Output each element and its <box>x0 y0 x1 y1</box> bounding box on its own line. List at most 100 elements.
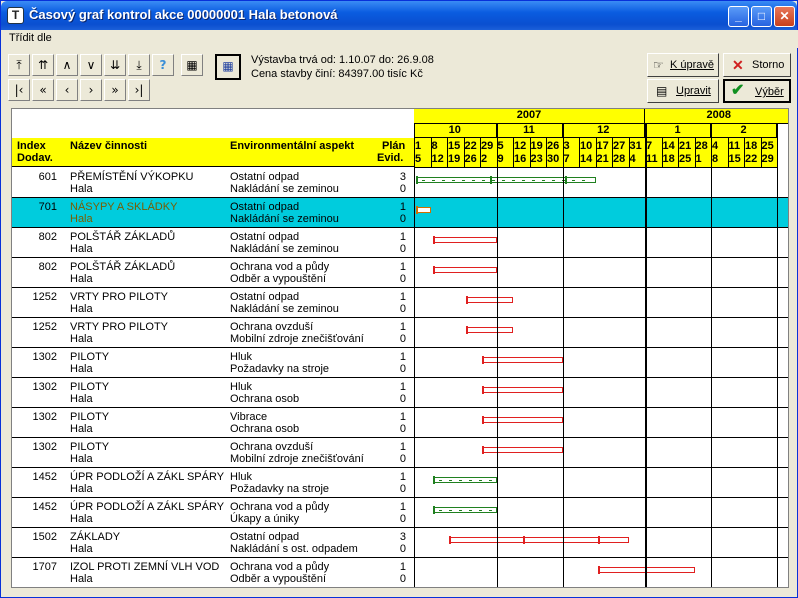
month-separator <box>562 124 564 587</box>
last-page-icon[interactable]: ⤓ <box>128 54 150 76</box>
activity-row[interactable]: 1452 ÚPR PODLOŽÍ A ZÁKL SPÁRY Hala Ochrana … <box>12 498 788 528</box>
next-icon[interactable]: › <box>80 79 102 101</box>
prev-double-icon[interactable]: « <box>32 79 54 101</box>
activity-row[interactable]: 802 POLŠTÁŘ ZÁKLADŮ Hala Ochrana vod a půdy… <box>12 258 788 288</box>
price-text: Cena stavby činí: 84397.00 tisíc Kč <box>251 68 423 80</box>
header-evid: Evid. <box>377 152 404 164</box>
header-supplier: Dodav. <box>17 152 53 164</box>
calculator-icon[interactable]: ▦ <box>181 54 203 76</box>
week-start-label: 11 <box>728 140 741 152</box>
prev-icon[interactable]: ‹ <box>56 79 78 101</box>
schedule-bar <box>432 507 497 513</box>
env-aspect-secondary: Nakládání se zeminou <box>230 183 339 195</box>
control-tick <box>490 176 493 184</box>
week-start-label: 19 <box>530 140 543 152</box>
env-aspect-secondary: Požadavky na stroje <box>230 363 330 375</box>
title-bar[interactable]: T Časový graf kontrol akce 00000001 Hala… <box>1 1 797 30</box>
bar-dash <box>502 180 505 181</box>
select-button-label: Výběr <box>755 86 784 98</box>
bar-dash <box>452 180 455 181</box>
activity-row[interactable]: 1502 ZÁKLADY Hala Ostatní odpad Nakládání s … <box>12 528 788 558</box>
week-separator <box>579 138 580 168</box>
page-down-double-icon[interactable]: ⇊ <box>104 54 126 76</box>
first-icon[interactable]: |‹ <box>8 79 30 101</box>
control-tick <box>482 416 484 424</box>
activity-index: 1252 <box>32 291 57 303</box>
storno-button[interactable]: ✕ Storno <box>723 53 791 77</box>
activity-row[interactable]: 1302 PILOTY Hala Vibrace Ochrana osob 1 0 <box>12 408 788 438</box>
activity-location: Hala <box>70 213 93 225</box>
week-separator <box>628 138 630 168</box>
week-start-label: 18 <box>745 140 758 152</box>
select-button[interactable]: ✔ Výběr <box>723 79 791 103</box>
edit-button[interactable]: ☞ K úpravě <box>647 53 719 77</box>
activity-row[interactable]: 1707 IZOL PROTI ZEMNÍ VLH VOD Hala Ochrana … <box>12 558 788 587</box>
week-start-label: 4 <box>712 140 719 152</box>
week-start-label: 15 <box>448 140 461 152</box>
activity-row[interactable]: 1302 PILOTY Hala Hluk Požadavky na stroje 1 0 <box>12 348 788 378</box>
activity-name: VRTY PRO PILOTY <box>70 291 169 303</box>
activity-row[interactable]: 1302 PILOTY Hala Ochrana ovzduší Mobilní zdr… <box>12 438 788 468</box>
up-icon[interactable]: ∧ <box>56 54 78 76</box>
bar-dash <box>582 180 585 181</box>
activity-row[interactable]: 1252 VRTY PRO PILOTY Hala Ochrana ovzduší Mo… <box>12 318 788 348</box>
maximize-button[interactable]: □ <box>751 6 772 27</box>
control-tick <box>597 566 600 574</box>
bar-dash <box>422 180 425 181</box>
minimize-button[interactable]: _ <box>728 6 749 27</box>
activity-name: POLŠTÁŘ ZÁKLADŮ <box>70 261 176 273</box>
week-end-label: 30 <box>547 153 560 165</box>
activity-row[interactable]: 1252 VRTY PRO PILOTY Hala Ostatní odpad Nakl… <box>12 288 788 318</box>
week-separator <box>463 138 465 168</box>
bar-dash <box>542 180 545 181</box>
env-aspect-secondary: Nakládání se zeminou <box>230 303 339 315</box>
plan-count: 3 <box>399 531 406 543</box>
modify-button[interactable]: ▤ Upravit <box>647 79 719 103</box>
month-separator <box>711 124 712 587</box>
evid-count: 0 <box>399 363 406 375</box>
activity-row[interactable]: 802 POLŠTÁŘ ZÁKLADŮ Hala Ostatní odpad Naklá… <box>12 228 788 258</box>
bar-dash <box>478 480 482 481</box>
env-aspect-primary: Hluk <box>230 471 253 483</box>
down-icon[interactable]: ∨ <box>80 54 102 76</box>
schedule-bar <box>432 477 497 483</box>
close-button[interactable]: ✕ <box>774 6 795 27</box>
activity-index: 1302 <box>32 351 57 363</box>
activity-location: Hala <box>70 183 93 195</box>
menu-item-sort[interactable]: Třídit dle <box>9 32 52 44</box>
week-end-label: 5 <box>415 153 422 165</box>
bar-dash <box>478 510 482 511</box>
last-icon[interactable]: ›| <box>128 79 150 101</box>
document-icon: ▤ <box>656 84 668 98</box>
activity-row[interactable]: 601 PŘEMÍSTĚNÍ VÝKOPKU Hala Ostatní odpad Na… <box>12 168 788 198</box>
bar-dash <box>572 180 575 181</box>
week-start-label: 5 <box>497 140 504 152</box>
week-start-label: 10 <box>580 140 593 152</box>
activity-row[interactable]: 1302 PILOTY Hala Hluk Ochrana osob 1 0 <box>12 378 788 408</box>
week-separator <box>760 138 762 168</box>
calendar-icon[interactable]: ▦ <box>215 54 241 80</box>
env-aspect-secondary: Mobilní zdroje znečišťování <box>230 333 364 345</box>
week-end-label: 4 <box>629 153 636 165</box>
week-separator <box>513 138 514 168</box>
month-header: 1 <box>645 124 711 138</box>
env-aspect-primary: Ochrana vod a půdy <box>230 561 330 573</box>
env-aspect-primary: Ostatní odpad <box>230 291 300 303</box>
activity-row[interactable]: 701 NÁSYPY A SKLÁDKY Hala Ostatní odpad Nakl… <box>12 198 788 228</box>
help-icon[interactable]: ? <box>152 54 174 76</box>
activity-index: 802 <box>38 231 57 243</box>
activity-name: ÚPR PODLOŽÍ A ZÁKL SPÁRY <box>70 501 225 513</box>
month-separator <box>496 124 498 587</box>
first-page-icon[interactable]: ⤒ <box>8 54 30 76</box>
schedule-bar <box>449 537 629 543</box>
activity-location: Hala <box>70 573 93 585</box>
week-separator <box>546 138 547 168</box>
page-up-double-icon[interactable]: ⇈ <box>32 54 54 76</box>
bar-dash <box>532 180 535 181</box>
activity-row[interactable]: 1452 ÚPR PODLOŽÍ A ZÁKL SPÁRY Hala Hluk Poža… <box>12 468 788 498</box>
next-double-icon[interactable]: » <box>104 79 126 101</box>
week-start-label: 12 <box>514 140 527 152</box>
plan-count: 1 <box>399 321 406 333</box>
plan-count: 1 <box>399 291 406 303</box>
evid-count: 0 <box>399 513 406 525</box>
